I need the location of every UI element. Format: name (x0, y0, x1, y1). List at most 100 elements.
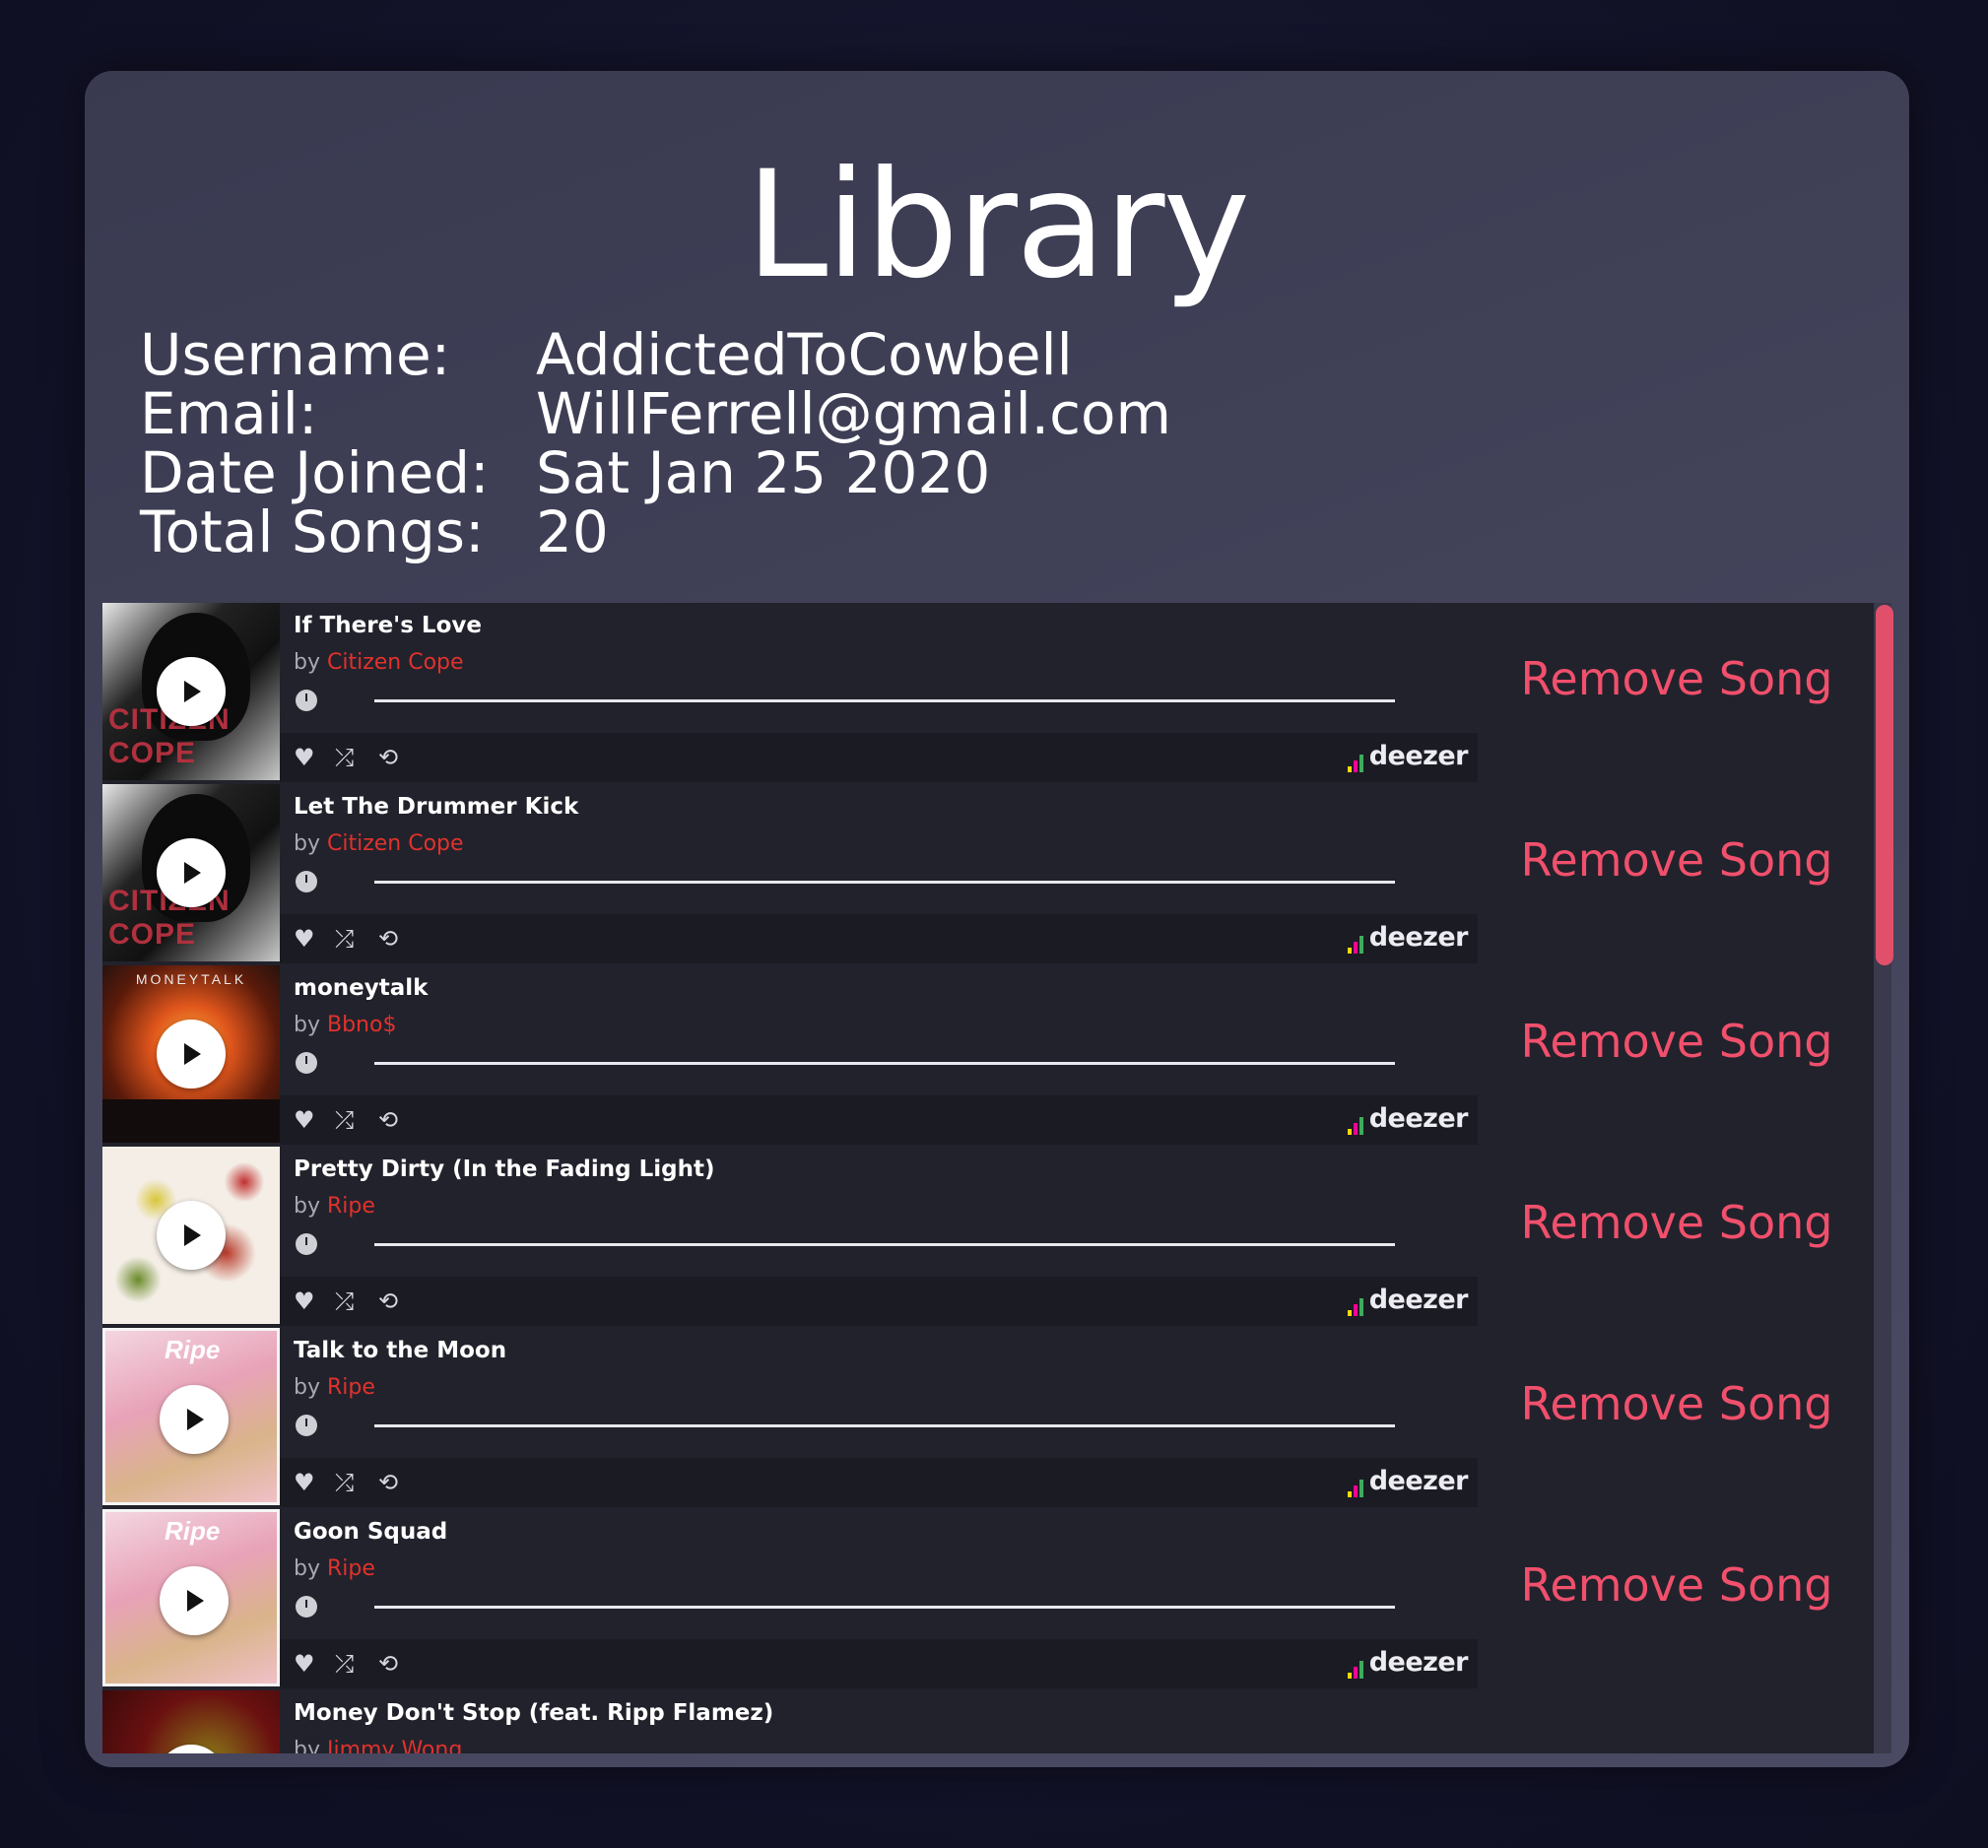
artist-link[interactable]: Bbno$ (327, 1013, 396, 1037)
deezer-player: Goon Squad by Ripe ♥ ⤮ ⟲ deezer (280, 1509, 1478, 1690)
shuffle-icon[interactable]: ⤮ (335, 924, 354, 954)
progress-bar[interactable] (374, 1062, 1395, 1065)
song-byline: by Ripe (294, 1375, 375, 1400)
by-label: by (294, 650, 320, 675)
clock-icon (296, 1233, 317, 1255)
profile-row-total-songs: Total Songs: 20 (140, 502, 1171, 561)
shuffle-icon[interactable]: ⤮ (335, 1287, 354, 1316)
remove-song-button[interactable]: Remove Song (1509, 1015, 1844, 1068)
song-title: Talk to the Moon (294, 1338, 507, 1363)
shuffle-icon[interactable]: ⤮ (335, 1649, 354, 1679)
scrollbar-thumb[interactable] (1876, 605, 1893, 965)
song-byline: by Bbno$ (294, 1013, 396, 1037)
by-label: by (294, 1738, 320, 1753)
heart-icon[interactable]: ♥ (294, 743, 315, 772)
song-byline: by Ripe (294, 1194, 375, 1219)
deezer-logo[interactable]: deezer (1347, 1647, 1469, 1679)
deezer-bars-icon (1347, 742, 1365, 772)
profile-row-email: Email: WillFerrell@gmail.com (140, 384, 1171, 443)
song-title: moneytalk (294, 975, 429, 1001)
song-title: If There's Love (294, 613, 482, 638)
play-icon[interactable] (160, 1566, 229, 1635)
player-controls: ♥ ⤮ ⟲ deezer (280, 1458, 1478, 1507)
profile-row-date-joined: Date Joined: Sat Jan 25 2020 (140, 443, 1171, 502)
deezer-player: If There's Love by Citizen Cope ♥ ⤮ ⟲ de… (280, 603, 1478, 784)
song-list[interactable]: CITIZEN COPE If There's Love by Citizen … (102, 603, 1891, 1753)
progress-bar[interactable] (374, 699, 1395, 702)
heart-icon[interactable]: ♥ (294, 1649, 315, 1679)
play-icon[interactable] (157, 657, 226, 726)
progress-bar[interactable] (374, 1424, 1395, 1427)
album-art-ground (102, 1099, 280, 1143)
email-value: WillFerrell@gmail.com (536, 380, 1171, 447)
by-label: by (294, 1556, 320, 1581)
profile-info: Username: AddictedToCowbell Email: WillF… (140, 325, 1171, 561)
album-art-lettering: Ripe (165, 1516, 221, 1546)
song-row: CITIZEN COPE Let The Drummer Kick by Cit… (102, 784, 1891, 965)
progress-bar[interactable] (374, 1243, 1395, 1246)
clock-icon (296, 690, 317, 711)
remove-song-button[interactable]: Remove Song (1509, 833, 1844, 887)
artist-link[interactable]: Ripe (327, 1375, 375, 1400)
song-row: MONEYTALK moneytalk by Bbno$ ♥ ⤮ ⟲ deeze… (102, 965, 1891, 1147)
repeat-icon[interactable]: ⟲ (378, 1468, 398, 1497)
album-art: CITIZEN COPE (102, 784, 280, 961)
remove-song-button[interactable]: Remove Song (1509, 1377, 1844, 1430)
artist-link[interactable]: Ripe (327, 1194, 375, 1219)
play-icon[interactable] (157, 1020, 226, 1089)
deezer-bars-icon (1347, 1286, 1365, 1316)
album-art: MONEYTALK (102, 965, 280, 1143)
remove-song-button[interactable]: Remove Song (1509, 1558, 1844, 1612)
artist-link[interactable]: Ripe (327, 1556, 375, 1581)
progress-bar[interactable] (374, 881, 1395, 884)
song-row: CITIZEN COPE If There's Love by Citizen … (102, 603, 1891, 784)
deezer-player: Talk to the Moon by Ripe ♥ ⤮ ⟲ deezer (280, 1328, 1478, 1509)
deezer-logo[interactable]: deezer (1347, 1466, 1469, 1497)
artist-link[interactable]: Citizen Cope (327, 650, 464, 675)
by-label: by (294, 1194, 320, 1219)
play-icon[interactable] (157, 1201, 226, 1270)
play-icon[interactable] (160, 1385, 229, 1454)
repeat-icon[interactable]: ⟲ (378, 924, 398, 954)
song-title: Pretty Dirty (In the Fading Light) (294, 1156, 715, 1182)
email-label: Email: (140, 380, 318, 447)
song-byline: by Ripe (294, 1556, 375, 1581)
deezer-logo[interactable]: deezer (1347, 1285, 1469, 1316)
repeat-icon[interactable]: ⟲ (378, 1649, 398, 1679)
repeat-icon[interactable]: ⟲ (378, 1287, 398, 1316)
shuffle-icon[interactable]: ⤮ (335, 1105, 354, 1135)
play-icon[interactable] (157, 838, 226, 907)
play-icon[interactable] (157, 1745, 226, 1753)
page-title: Library (745, 140, 1251, 311)
remove-song-button[interactable]: Remove Song (1509, 1196, 1844, 1249)
player-controls: ♥ ⤮ ⟲ deezer (280, 1639, 1478, 1688)
repeat-icon[interactable]: ⟲ (378, 743, 398, 772)
artist-link[interactable]: Jimmy Wong (327, 1738, 462, 1753)
song-row: Money Don't Stop (feat. Ripp Flamez) by … (102, 1690, 1891, 1753)
shuffle-icon[interactable]: ⤮ (335, 1468, 354, 1497)
album-art: Ripe (102, 1509, 280, 1686)
player-controls: ♥ ⤮ ⟲ deezer (280, 1277, 1478, 1326)
player-controls: ♥ ⤮ ⟲ deezer (280, 1095, 1478, 1145)
deezer-logo[interactable]: deezer (1347, 741, 1469, 772)
heart-icon[interactable]: ♥ (294, 1468, 315, 1497)
shuffle-icon[interactable]: ⤮ (335, 743, 354, 772)
clock-icon (296, 871, 317, 892)
heart-icon[interactable]: ♥ (294, 924, 315, 954)
by-label: by (294, 831, 320, 856)
artist-link[interactable]: Citizen Cope (327, 831, 464, 856)
by-label: by (294, 1375, 320, 1400)
heart-icon[interactable]: ♥ (294, 1287, 315, 1316)
deezer-bars-icon (1347, 1467, 1365, 1497)
heart-icon[interactable]: ♥ (294, 1105, 315, 1135)
song-byline: by Jimmy Wong (294, 1738, 462, 1753)
remove-song-button[interactable]: Remove Song (1509, 652, 1844, 705)
deezer-player: Pretty Dirty (In the Fading Light) by Ri… (280, 1147, 1478, 1328)
album-art: CITIZEN COPE (102, 603, 280, 780)
deezer-logo[interactable]: deezer (1347, 922, 1469, 954)
repeat-icon[interactable]: ⟲ (378, 1105, 398, 1135)
date-joined-value: Sat Jan 25 2020 (536, 439, 991, 506)
progress-bar[interactable] (374, 1606, 1395, 1609)
song-title: Money Don't Stop (feat. Ripp Flamez) (294, 1700, 774, 1726)
deezer-logo[interactable]: deezer (1347, 1103, 1469, 1135)
